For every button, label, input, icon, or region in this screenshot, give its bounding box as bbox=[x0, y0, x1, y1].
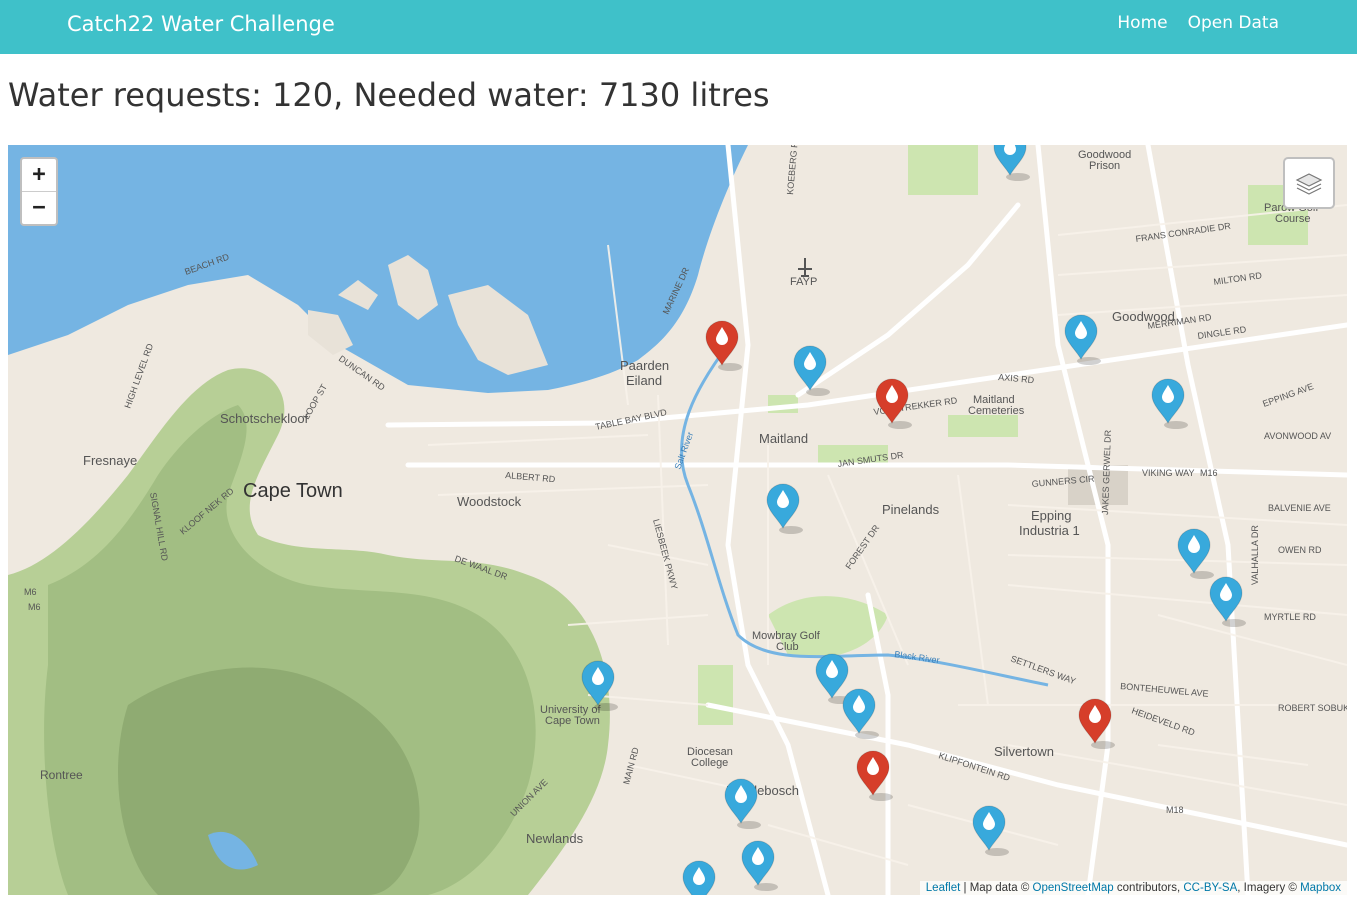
water-request-marker-blue[interactable] bbox=[1177, 528, 1214, 579]
water-request-marker-blue[interactable] bbox=[581, 660, 618, 711]
map-attribution: Leaflet | Map data © OpenStreetMap contr… bbox=[919, 881, 1347, 895]
water-request-marker-blue[interactable] bbox=[741, 840, 778, 891]
nav-links: Home Open Data bbox=[1117, 13, 1279, 33]
water-request-marker-blue[interactable] bbox=[1064, 314, 1101, 365]
water-request-marker-blue[interactable] bbox=[1209, 576, 1246, 627]
zoom-out-button[interactable]: − bbox=[22, 191, 56, 224]
map[interactable]: Cape Town Schotschekloof Fresnaye Woodst… bbox=[8, 145, 1347, 895]
marker-layer bbox=[581, 145, 1246, 895]
water-request-marker-blue[interactable] bbox=[793, 345, 830, 396]
water-request-marker-blue[interactable] bbox=[972, 805, 1009, 856]
nav-home-link[interactable]: Home bbox=[1117, 13, 1167, 33]
zoom-in-button[interactable]: + bbox=[22, 159, 56, 191]
brand-link[interactable]: Catch22 Water Challenge bbox=[67, 12, 335, 36]
layers-icon bbox=[1295, 173, 1323, 195]
mapbox-link[interactable]: Mapbox bbox=[1300, 882, 1341, 894]
zoom-control: + − bbox=[20, 157, 58, 226]
water-request-marker-blue[interactable] bbox=[682, 860, 719, 895]
water-request-marker-blue[interactable] bbox=[842, 688, 879, 739]
water-request-marker-red[interactable] bbox=[875, 378, 912, 429]
layers-control-button[interactable] bbox=[1283, 157, 1335, 209]
water-request-marker-blue[interactable] bbox=[1151, 378, 1188, 429]
osm-link[interactable]: OpenStreetMap bbox=[1033, 882, 1114, 894]
attribution-text-1: | Map data © bbox=[960, 882, 1033, 894]
cc-by-sa-link[interactable]: CC-BY-SA bbox=[1183, 882, 1237, 894]
navbar: Catch22 Water Challenge Home Open Data bbox=[0, 0, 1357, 54]
water-request-marker-blue[interactable] bbox=[724, 778, 761, 829]
water-request-marker-red[interactable] bbox=[705, 320, 742, 371]
attribution-text-3: , Imagery © bbox=[1237, 882, 1301, 894]
leaflet-link[interactable]: Leaflet bbox=[926, 882, 961, 894]
attribution-text-2: contributors, bbox=[1113, 882, 1184, 894]
water-request-marker-red[interactable] bbox=[1078, 698, 1115, 749]
water-request-marker-red[interactable] bbox=[856, 750, 893, 801]
summary-headline: Water requests: 120, Needed water: 7130 … bbox=[8, 76, 770, 114]
nav-open-data-link[interactable]: Open Data bbox=[1188, 13, 1279, 33]
water-request-marker-blue[interactable] bbox=[766, 483, 803, 534]
water-request-marker-blue[interactable] bbox=[993, 145, 1030, 181]
